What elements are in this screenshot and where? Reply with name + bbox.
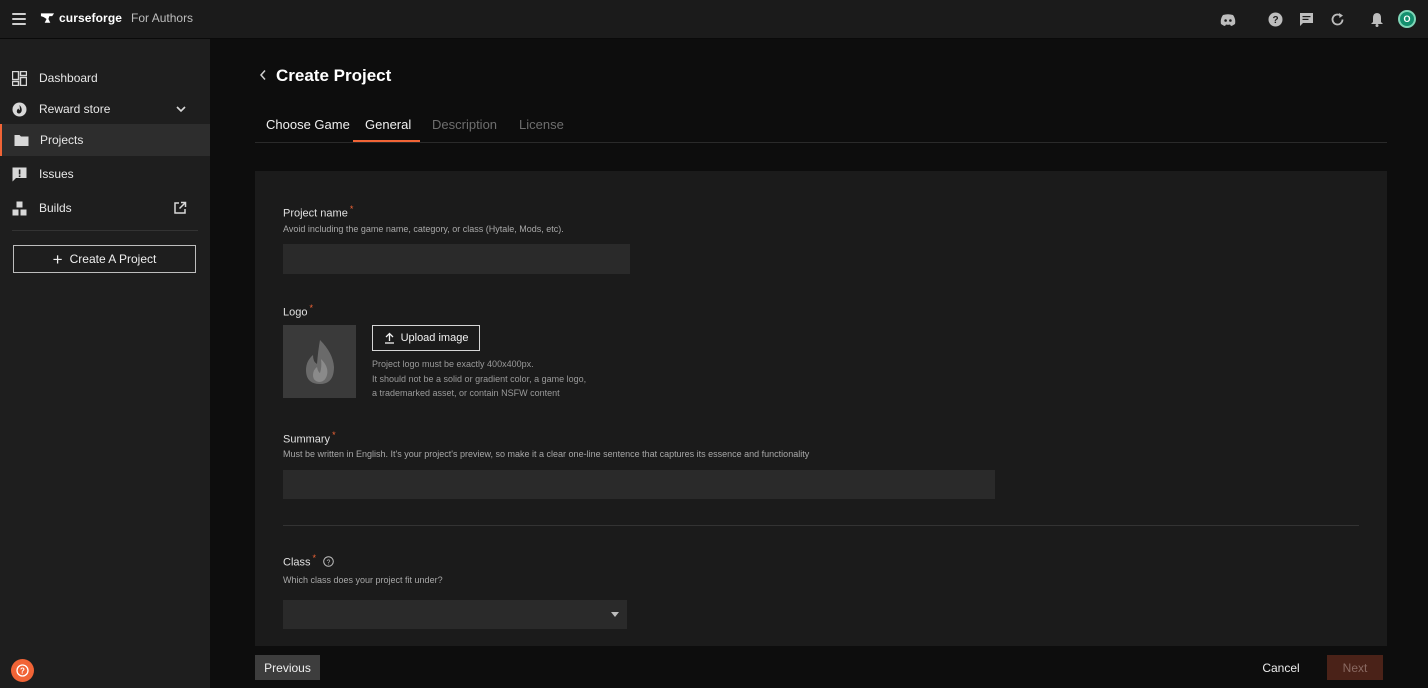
next-button[interactable]: Next: [1327, 655, 1383, 680]
create-project-button[interactable]: + Create A Project: [13, 245, 196, 273]
project-name-help: Avoid including the game name, category,…: [283, 224, 564, 234]
create-project-label: Create A Project: [69, 252, 157, 266]
previous-button[interactable]: Previous: [255, 655, 320, 680]
tab-license[interactable]: License: [519, 117, 564, 143]
sidebar-item-projects[interactable]: Projects: [0, 124, 210, 156]
summary-label: Summary *: [283, 430, 336, 446]
sidebar-item-label: Dashboard: [39, 71, 98, 85]
upload-image-label: Upload image: [400, 332, 469, 344]
svg-text:?: ?: [20, 667, 25, 676]
hamburger-menu-icon[interactable]: [12, 13, 26, 25]
upload-image-button[interactable]: Upload image: [372, 325, 480, 351]
refresh-icon[interactable]: [1329, 11, 1346, 28]
svg-text:?: ?: [327, 559, 331, 566]
builds-icon: [12, 201, 27, 215]
svg-text:?: ?: [1272, 15, 1278, 26]
main-content: Create Project Choose Game General Descr…: [210, 39, 1428, 688]
sidebar-item-label: Issues: [39, 167, 74, 181]
question-circle-icon: ?: [16, 664, 29, 677]
plus-icon: +: [52, 249, 63, 269]
issues-icon: [12, 167, 27, 181]
logo-note: a trademarked asset, or contain NSFW con…: [372, 388, 560, 398]
help-chat-button[interactable]: ?: [11, 659, 34, 682]
project-name-label: Project name *: [283, 204, 354, 220]
sidebar-item-builds[interactable]: Builds: [0, 192, 210, 224]
tab-choose-game[interactable]: Choose Game: [266, 117, 350, 143]
top-bar: curseforge For Authors ? O: [0, 0, 1428, 39]
chevron-down-icon[interactable]: [174, 102, 188, 116]
project-name-input[interactable]: [283, 244, 630, 274]
discord-icon[interactable]: [1219, 11, 1236, 28]
sidebar-item-reward-store[interactable]: Reward store: [0, 93, 210, 125]
notifications-bell-icon[interactable]: [1368, 11, 1385, 28]
sidebar-divider: [12, 230, 198, 231]
brand-subtitle: For Authors: [131, 11, 194, 25]
brand-name: curseforge: [59, 11, 123, 25]
caret-down-icon: [611, 612, 619, 617]
summary-help: Must be written in English. It's your pr…: [283, 449, 810, 459]
class-label: Class * ?: [283, 553, 334, 569]
wizard-tabs: Choose Game General Description License: [255, 111, 1387, 143]
tab-description[interactable]: Description: [432, 117, 497, 143]
reward-store-icon: [12, 102, 27, 116]
class-select[interactable]: [283, 600, 627, 629]
dashboard-icon: [12, 70, 27, 86]
logo-placeholder: [283, 325, 356, 398]
logo-note: Project logo must be exactly 400x400px.: [372, 359, 534, 369]
required-marker: *: [309, 303, 313, 313]
required-marker: *: [312, 553, 317, 563]
info-question-icon[interactable]: ?: [323, 555, 334, 567]
feedback-icon[interactable]: [1298, 11, 1315, 28]
curseforge-logo-icon: [40, 13, 55, 23]
form-card: Project name * Avoid including the game n…: [255, 171, 1387, 646]
user-avatar[interactable]: O: [1398, 10, 1416, 28]
page-title: Create Project: [276, 66, 392, 85]
help-icon[interactable]: ?: [1267, 11, 1284, 28]
folder-icon: [14, 134, 29, 146]
cancel-button[interactable]: Cancel: [1255, 655, 1307, 680]
sidebar-item-label: Builds: [39, 201, 72, 215]
required-marker: *: [332, 430, 336, 440]
sidebar-item-label: Reward store: [39, 102, 111, 116]
external-link-icon[interactable]: [173, 201, 187, 215]
summary-input[interactable]: [283, 470, 995, 499]
upload-icon: [384, 332, 394, 344]
logo-label: Logo *: [283, 303, 313, 319]
section-divider: [283, 525, 1359, 526]
sidebar-item-dashboard[interactable]: Dashboard: [0, 62, 210, 94]
sidebar-item-issues[interactable]: Issues: [0, 158, 210, 190]
back-chevron-icon[interactable]: [258, 69, 268, 81]
active-tab-indicator: [353, 140, 420, 142]
sidebar-item-label: Projects: [40, 133, 84, 147]
sidebar: Dashboard Reward store Projects Issues B: [0, 39, 210, 688]
flame-placeholder-icon: [305, 339, 334, 384]
brand[interactable]: curseforge For Authors: [40, 11, 193, 25]
logo-requirements: Project logo must be exactly 400x400px. …: [372, 357, 586, 401]
required-marker: *: [349, 204, 354, 214]
logo-note: It should not be a solid or gradient col…: [372, 373, 587, 384]
class-help: Which class does your project fit under?: [283, 575, 443, 585]
